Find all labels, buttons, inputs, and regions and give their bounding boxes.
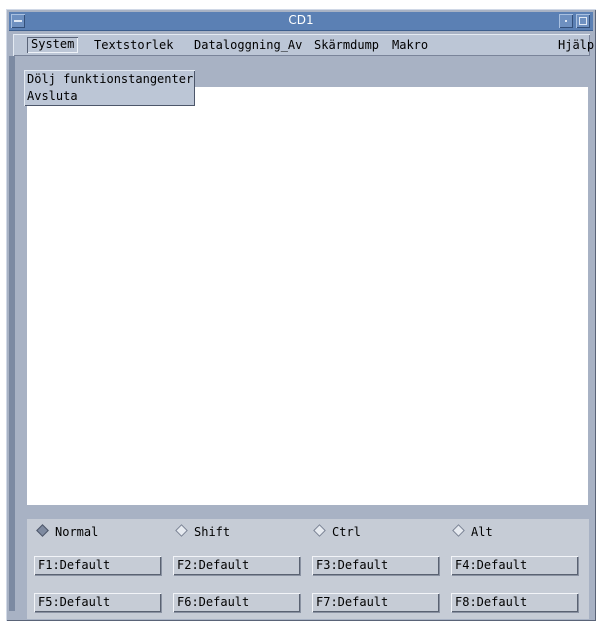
f7-button[interactable]: F7:Default bbox=[312, 593, 439, 612]
menu-makro[interactable]: Makro bbox=[388, 38, 432, 54]
radio-ctrl[interactable]: Ctrl bbox=[313, 524, 361, 539]
menu-item-quit[interactable]: Avsluta bbox=[24, 88, 195, 105]
menu-textstorlek[interactable]: Textstorlek bbox=[90, 38, 177, 54]
title-bar[interactable]: CD1 bbox=[9, 12, 593, 31]
maximize-icon[interactable] bbox=[576, 14, 590, 28]
menu-help[interactable]: Hjälp bbox=[554, 38, 598, 54]
radio-label: Ctrl bbox=[332, 525, 361, 539]
radio-shift[interactable]: Shift bbox=[175, 524, 231, 539]
radio-label: Normal bbox=[55, 525, 99, 539]
terminal-display[interactable] bbox=[27, 87, 588, 505]
menu-dataloggning[interactable]: Dataloggning_Av bbox=[190, 38, 306, 54]
menu-bar: System Textstorlek Dataloggning_Av Skärm… bbox=[13, 34, 594, 56]
minimize-icon[interactable] bbox=[559, 14, 573, 28]
radio-normal[interactable]: Normal bbox=[36, 524, 99, 539]
f4-button[interactable]: F4:Default bbox=[451, 556, 578, 575]
window-title: CD1 bbox=[288, 13, 314, 27]
f1-button[interactable]: F1:Default bbox=[34, 556, 161, 575]
radio-diamond-icon bbox=[452, 524, 465, 537]
f5-button[interactable]: F5:Default bbox=[34, 593, 161, 612]
menu-system[interactable]: System bbox=[27, 37, 78, 53]
modifier-radio-group: Normal Shift Ctrl Alt bbox=[27, 524, 589, 541]
f3-button[interactable]: F3:Default bbox=[312, 556, 439, 575]
radio-label: Shift bbox=[194, 525, 231, 539]
radio-diamond-icon bbox=[36, 524, 49, 537]
radio-label: Alt bbox=[471, 525, 493, 539]
window-frame-strip bbox=[9, 56, 15, 611]
f8-button[interactable]: F8:Default bbox=[451, 593, 578, 612]
menu-item-hide-function-keys[interactable]: Dölj funktionstangenter bbox=[24, 71, 195, 88]
f2-button[interactable]: F2:Default bbox=[173, 556, 300, 575]
system-dropdown-menu: Dölj funktionstangenter Avsluta bbox=[24, 70, 195, 106]
function-key-panel: Normal Shift Ctrl Alt F1:Default F2:Defa… bbox=[27, 519, 589, 619]
f6-button[interactable]: F6:Default bbox=[173, 593, 300, 612]
radio-alt[interactable]: Alt bbox=[452, 524, 493, 539]
radio-diamond-icon bbox=[175, 524, 188, 537]
menu-skarmdump[interactable]: Skärmdump bbox=[310, 38, 383, 54]
radio-diamond-icon bbox=[313, 524, 326, 537]
